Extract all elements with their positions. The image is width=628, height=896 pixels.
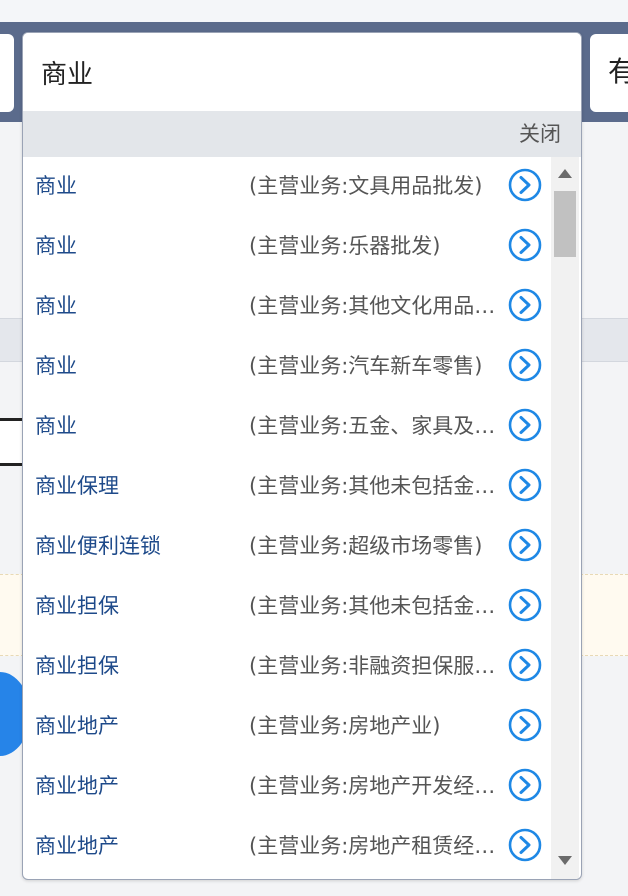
left-notice-strip [0, 574, 24, 656]
suggestion-name: 商业地产 [35, 714, 119, 738]
suggestion-item[interactable]: 商业 (主营业务:文具用品批发) [23, 157, 551, 217]
chevron-right-circle-icon[interactable] [508, 648, 542, 682]
suggestion-description: (主营业务:其他未包括金融业) [249, 474, 501, 498]
suggestion-name: 商业 [35, 354, 77, 378]
right-notice-strip [580, 574, 628, 656]
left-field-edge [0, 34, 14, 112]
suggestion-name: 商业保理 [35, 474, 119, 498]
scrollbar[interactable] [551, 157, 579, 879]
suggestion-name: 商业 [35, 414, 77, 438]
chevron-right-circle-icon[interactable] [508, 288, 542, 322]
suggestion-description: (主营业务:乐器批发) [249, 234, 441, 258]
suggestion-item[interactable]: 商业地产 (主营业务:房地产业) [23, 697, 551, 757]
left-row-stripe [0, 318, 24, 362]
suggestion-item[interactable]: 商业 (主营业务:五金、家具及室内装饰材料零售) [23, 397, 551, 457]
chevron-right-circle-icon[interactable] [508, 348, 542, 382]
suggestion-item[interactable]: 商业担保 (主营业务:其他未包括金融业) [23, 577, 551, 637]
suggestion-description: (主营业务:汽车新车零售) [249, 354, 483, 378]
chevron-right-circle-icon[interactable] [508, 528, 542, 562]
search-input[interactable] [23, 33, 581, 111]
suggestion-item[interactable]: 商业保理 (主营业务:其他未包括金融业) [23, 457, 551, 517]
suggestion-name: 商业地产 [35, 774, 119, 798]
page-top-bar [0, 0, 628, 22]
suggestion-item[interactable]: 商业担保 (主营业务:非融资担保服务) [23, 637, 551, 697]
right-row-stripe [580, 318, 628, 362]
suggestion-item[interactable]: 商业地产 (主营业务:房地产开发经营) [23, 757, 551, 817]
scroll-thumb[interactable] [554, 191, 576, 257]
suggestion-description: (主营业务:五金、家具及室内装饰材料零售) [249, 414, 501, 438]
suggestion-description: (主营业务:房地产租赁经营) [249, 834, 501, 858]
suggestion-description: (主营业务:超级市场零售) [249, 534, 483, 558]
suggestion-name: 商业 [35, 234, 77, 258]
suggestion-list: 商业 (主营业务:文具用品批发) 商业 (主营业务:乐器批发) 商业 (主营业务… [23, 157, 551, 879]
chevron-right-circle-icon[interactable] [508, 408, 542, 442]
chevron-right-circle-icon[interactable] [508, 168, 542, 202]
scroll-up-arrow-icon[interactable] [558, 169, 572, 178]
suggestion-item[interactable]: 商业 (主营业务:其他文化用品批发) [23, 277, 551, 337]
close-button[interactable]: 关闭 [519, 119, 561, 149]
dropdown-header: 关闭 [23, 111, 581, 157]
suggestion-description: (主营业务:其他未包括金融业) [249, 594, 501, 618]
suggestion-description: (主营业务:非融资担保服务) [249, 654, 501, 678]
autocomplete-panel: 关闭 商业 (主营业务:文具用品批发) 商业 (主营业务:乐器批发) 商业 (主… [22, 32, 582, 880]
suggestion-description: (主营业务:文具用品批发) [249, 174, 483, 198]
suggestion-description: (主营业务:房地产业) [249, 714, 441, 738]
chevron-right-circle-icon[interactable] [508, 588, 542, 622]
suggestion-item[interactable]: 商业 (主营业务:汽车新车零售) [23, 337, 551, 397]
chevron-right-circle-icon[interactable] [508, 228, 542, 262]
suggestion-description: (主营业务:其他文化用品批发) [249, 294, 501, 318]
chevron-right-circle-icon[interactable] [508, 768, 542, 802]
suggestion-name: 商业担保 [35, 594, 119, 618]
chevron-right-circle-icon[interactable] [508, 708, 542, 742]
suggestion-item[interactable]: 商业地产 (主营业务:房地产租赁经营) [23, 817, 551, 877]
suggestion-name: 商业地产 [35, 834, 119, 858]
chevron-right-circle-icon[interactable] [508, 828, 542, 862]
suggestion-name: 商业 [35, 174, 77, 198]
suggestion-name: 商业担保 [35, 654, 119, 678]
suggestion-description: (主营业务:房地产开发经营) [249, 774, 501, 798]
chevron-right-circle-icon[interactable] [508, 468, 542, 502]
suggestion-name: 商业 [35, 294, 77, 318]
right-field-text: 有 [608, 55, 628, 88]
scroll-down-arrow-icon[interactable] [558, 856, 572, 865]
suggestion-item[interactable]: 商业便利连锁 (主营业务:超级市场零售) [23, 517, 551, 577]
suggestion-name: 商业便利连锁 [35, 534, 161, 558]
suggestion-item[interactable]: 商业 (主营业务:乐器批发) [23, 217, 551, 277]
